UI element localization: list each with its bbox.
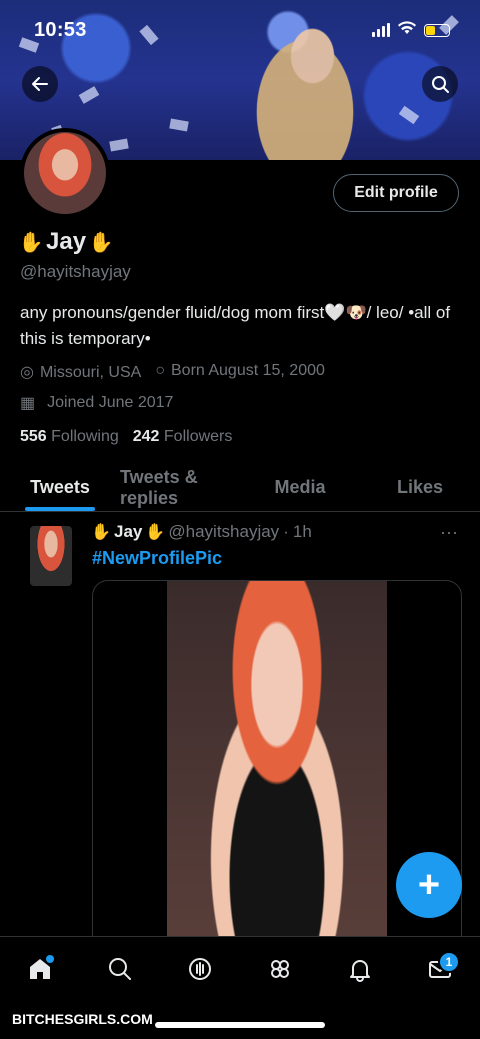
profile-joined-row: ▦ Joined June 2017 xyxy=(20,393,173,413)
location-icon: ◎ xyxy=(20,364,34,381)
hamsa-icon: ✋ xyxy=(91,524,111,541)
profile-tabs: Tweets Tweets & replies Media Likes xyxy=(0,464,480,512)
messages-badge: 1 xyxy=(438,950,460,973)
search-icon xyxy=(432,76,449,93)
home-icon[interactable] xyxy=(20,949,60,989)
profile-birthday: Born August 15, 2000 xyxy=(171,362,325,379)
status-bar: 10:53 xyxy=(34,18,450,42)
calendar-icon: ▦ xyxy=(20,395,36,412)
notifications-icon[interactable] xyxy=(340,949,380,989)
profile-joined: Joined June 2017 xyxy=(47,394,174,411)
balloon-icon: ○ xyxy=(155,362,165,379)
compose-tweet-button[interactable]: + xyxy=(396,852,462,918)
tab-tweets-replies[interactable]: Tweets & replies xyxy=(120,464,240,511)
followers-link[interactable]: 242 Followers xyxy=(133,428,233,446)
profile-bio: any pronouns/gender fluid/dog mom first🤍… xyxy=(20,303,451,348)
messages-icon[interactable]: 1 xyxy=(420,949,460,989)
battery-icon xyxy=(424,23,450,37)
communities-icon[interactable] xyxy=(260,949,300,989)
spaces-icon[interactable] xyxy=(180,949,220,989)
tweet-header: ✋ Jay ✋ @hayitshayjay · 1h xyxy=(91,522,312,542)
search-button[interactable] xyxy=(422,66,458,102)
tab-media[interactable]: Media xyxy=(240,464,360,511)
display-name-row: ✋ Jay ✋ xyxy=(18,228,114,256)
watermark: BITCHESGIRLS.COM xyxy=(12,1011,153,1027)
home-dot xyxy=(46,954,54,963)
back-button[interactable] xyxy=(22,66,58,102)
hamsa-icon: ✋ xyxy=(88,231,114,254)
signal-icon xyxy=(372,23,390,37)
more-options-icon[interactable]: ··· xyxy=(440,522,458,543)
search-icon[interactable] xyxy=(100,949,140,989)
tweet-author[interactable]: Jay xyxy=(114,522,142,542)
tweet-time: 1h xyxy=(292,522,312,541)
tweet-photo xyxy=(167,581,387,951)
profile-meta: ◎ Missouri, USA ○ Born August 15, 2000 xyxy=(20,362,325,382)
tab-likes[interactable]: Likes xyxy=(360,464,480,511)
home-indicator[interactable] xyxy=(155,1022,325,1028)
hamsa-icon: ✋ xyxy=(18,231,44,254)
tweet-separator: · xyxy=(283,522,289,541)
follow-counts: 556 Following 242 Followers xyxy=(20,428,232,446)
hamsa-icon: ✋ xyxy=(145,524,166,541)
tweet-handle: @hayitshayjay xyxy=(168,522,280,541)
tweet-avatar[interactable] xyxy=(30,526,72,586)
bottom-nav: 1 xyxy=(0,936,480,1000)
profile-handle: @hayitshayjay xyxy=(20,262,131,281)
tab-tweets[interactable]: Tweets xyxy=(0,464,120,511)
edit-profile-button[interactable]: Edit profile xyxy=(333,174,459,212)
profile-location: Missouri, USA xyxy=(39,364,142,381)
following-link[interactable]: 556 Following xyxy=(20,428,119,446)
display-name: Jay xyxy=(46,228,87,255)
wifi-icon xyxy=(398,20,416,40)
tweet-hashtag[interactable]: #NewProfilePic xyxy=(92,548,222,569)
profile-avatar[interactable] xyxy=(20,128,110,218)
status-time: 10:53 xyxy=(34,18,87,41)
arrow-left-icon xyxy=(32,77,48,91)
